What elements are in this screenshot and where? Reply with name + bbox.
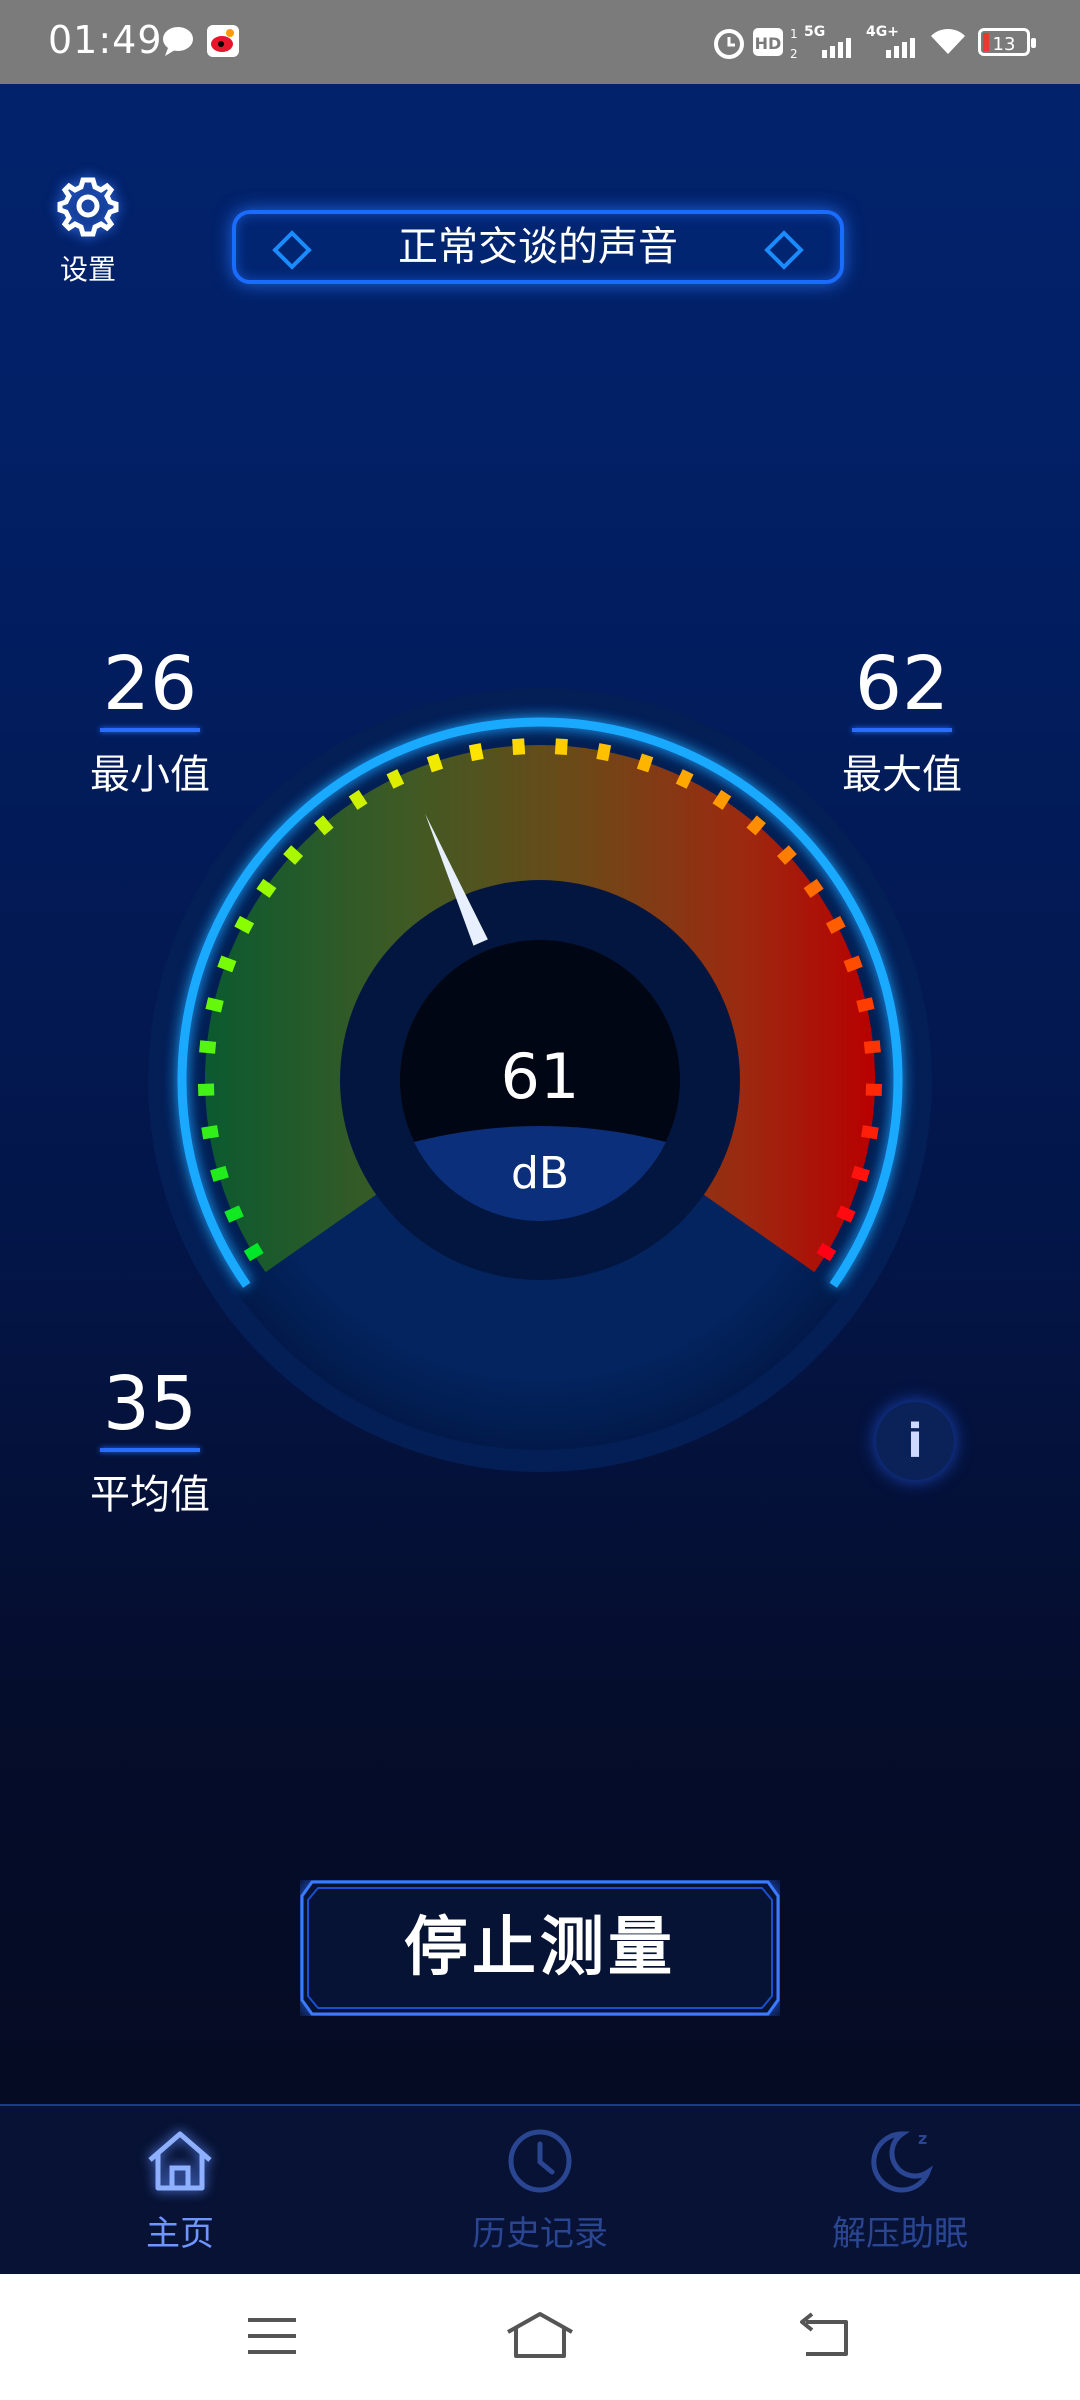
4g-signal-icon: 4G+ [866, 24, 915, 58]
battery-level: 13 [992, 34, 1016, 55]
svg-text:1: 1 [790, 27, 798, 41]
tab-relax[interactable]: z 解压助眠 [780, 2126, 1020, 2255]
svg-text:2: 2 [790, 47, 798, 61]
gauge-tick [217, 955, 237, 973]
gauge-tick [851, 1165, 870, 1182]
gauge-tick [596, 743, 612, 762]
gauge-tick [776, 845, 797, 865]
chat-bubble-icon [163, 27, 193, 56]
gauge-tick [201, 1125, 219, 1140]
gauge-tick [803, 878, 824, 898]
decibel-gauge: 61 dB [148, 688, 932, 1472]
gauge-tick [348, 789, 368, 810]
settings-button[interactable]: 设置 [50, 172, 126, 288]
gauge-tick [712, 789, 732, 810]
gauge-tick [825, 915, 846, 934]
gauge-tick [256, 878, 277, 898]
gauge-tick [283, 845, 304, 865]
stop-button-label: 停止测量 [404, 1911, 676, 1985]
alarm-icon [714, 29, 744, 59]
svg-text:HD: HD [755, 34, 782, 53]
gauge-tick [675, 769, 694, 789]
moon-icon: z [871, 2129, 934, 2193]
gauge-value: 61 [501, 1040, 580, 1113]
status-bar: 01:49 HD 1 2 5G 4G+ 13 [0, 0, 1080, 84]
gear-icon [57, 177, 119, 237]
gauge-tick [205, 997, 224, 1013]
banner-text: 正常交谈的声音 [398, 224, 678, 270]
diamond-left-icon [272, 230, 312, 270]
gauge-tick [861, 1125, 879, 1140]
tab-history-label: 历史记录 [472, 2214, 608, 2254]
svg-text:4G+: 4G+ [866, 24, 899, 40]
gauge-tick [636, 753, 654, 773]
menu-icon[interactable] [244, 2314, 300, 2358]
info-button[interactable]: i [876, 1402, 954, 1480]
status-time: 01:49 [48, 18, 163, 62]
gauge-tick [243, 1242, 264, 1262]
5g-signal-icon: 5G [804, 24, 851, 58]
tab-home-label: 主页 [146, 2214, 214, 2254]
gauge-tick [426, 753, 444, 773]
svg-text:z: z [918, 2129, 927, 2148]
sound-level-banner: 正常交谈的声音 [232, 210, 844, 284]
system-navigation-bar [0, 2274, 1080, 2400]
gauge-tick [554, 738, 568, 756]
tab-relax-label: 解压助眠 [832, 2214, 968, 2254]
svg-text:5G: 5G [804, 24, 825, 40]
gauge-tick [836, 1205, 856, 1223]
gauge-tick [468, 743, 484, 762]
clock-icon [508, 2129, 572, 2193]
home-icon [148, 2131, 212, 2191]
wifi-icon [931, 28, 965, 54]
tab-home[interactable]: 主页 [60, 2126, 300, 2255]
gauge-tick [314, 815, 334, 836]
back-icon[interactable] [792, 2312, 852, 2360]
gauge-unit: dB [511, 1148, 569, 1199]
gauge-tick [224, 1205, 244, 1223]
info-icon: i [907, 1414, 923, 1468]
gauge-tick [746, 815, 766, 836]
gauge-tick [816, 1242, 837, 1262]
diamond-right-icon [764, 230, 804, 270]
stop-measure-button[interactable]: 停止测量 [300, 1880, 780, 2016]
gauge-tick [843, 955, 863, 973]
settings-label: 设置 [59, 253, 116, 286]
gauge-tick [386, 769, 405, 789]
gauge-tick [512, 738, 526, 756]
gauge-tick [199, 1040, 217, 1054]
tab-history[interactable]: 历史记录 [420, 2126, 660, 2255]
bottom-tab-bar: 主页 历史记录 z 解压助眠 [0, 2104, 1080, 2276]
weibo-icon [207, 25, 239, 57]
hd-icon: HD 1 2 [753, 27, 798, 61]
gauge-tick [234, 915, 255, 934]
gauge-tick [863, 1040, 881, 1054]
gauge-tick [856, 997, 875, 1013]
home-nav-icon[interactable] [504, 2310, 576, 2362]
battery-icon: 13 [978, 28, 1036, 56]
gauge-tick [210, 1165, 229, 1182]
